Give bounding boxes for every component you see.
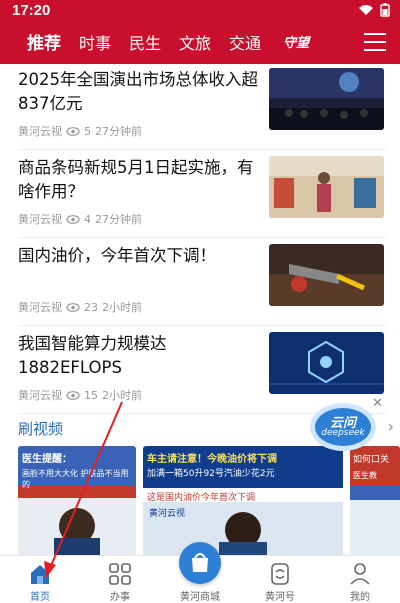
menu-icon[interactable]: [364, 33, 386, 53]
grid-icon: [109, 563, 131, 585]
bottom-nav-huanghe-account[interactable]: 黄河号: [240, 556, 320, 603]
bottom-nav-label: 黄河号: [265, 592, 295, 603]
status-bar: 17:20: [0, 0, 400, 22]
video-card[interactable]: 车主请注意！今晚油价将下调 加满一箱50升92号汽油少花2元 这是国内油价今年首…: [143, 446, 343, 556]
article-time: 2小时前: [102, 301, 142, 314]
article-thumbnail: [269, 68, 384, 130]
bottom-nav-shop[interactable]: 黄河商城: [160, 542, 240, 603]
bottom-nav-services[interactable]: 办事: [80, 556, 160, 603]
phone-icon: [271, 563, 289, 585]
status-icons: [358, 3, 390, 17]
tab-culture-travel[interactable]: 文旅: [170, 24, 220, 64]
eye-icon: [66, 214, 80, 224]
battery-icon: [380, 3, 390, 17]
article-thumbnail: [269, 332, 384, 394]
article-source: 黄河云视: [18, 389, 62, 402]
eye-icon: [66, 390, 80, 400]
video-card-note: 这是国内油价今年首次下调: [147, 493, 256, 503]
bottom-nav-mine[interactable]: 我的: [320, 556, 400, 603]
video-card-logo: 黄河云视: [149, 509, 186, 519]
article-title: 商品条码新规5月1日起实施，有啥作用？: [18, 158, 254, 201]
bottom-nav: 首页 办事 黄河商城 黄河号 我的: [0, 542, 400, 603]
article-time: 27分钟前: [95, 213, 142, 226]
video-card-title: 医生提醒：: [22, 454, 72, 465]
eye-icon: [66, 302, 80, 312]
bottom-nav-label: 黄河商城: [180, 592, 220, 603]
wifi-icon: [359, 5, 373, 15]
home-icon: [31, 565, 49, 584]
tab-recommend[interactable]: 推荐: [18, 24, 70, 64]
channel-nav: 推荐 时事 民生 文旅 交通 守望: [0, 24, 400, 64]
article-views: 4: [84, 212, 91, 226]
status-time: 17:20: [12, 2, 51, 19]
video-card-subtitle: 画脸不用大大化 护肤品不当用的: [22, 469, 129, 489]
video-card[interactable]: 如何口关 医生教: [350, 446, 400, 556]
eye-icon: [66, 126, 80, 136]
article-meta: 黄河云视 23 2小时前: [18, 299, 142, 315]
article-title: 2025年全国演出市场总体收入超837亿元: [18, 70, 258, 113]
bottom-nav-label: 我的: [350, 592, 370, 603]
article-views: 23: [84, 300, 98, 314]
article-source: 黄河云视: [18, 125, 62, 138]
bottom-nav-label: 首页: [30, 592, 50, 603]
article-meta: 黄河云视 5 27分钟前: [18, 123, 142, 139]
video-card[interactable]: 医生提醒： 画脸不用大大化 护肤品不当用的: [18, 446, 136, 556]
bottom-nav-label: 办事: [110, 592, 130, 603]
article-source: 黄河云视: [18, 213, 62, 226]
article-views: 15: [84, 388, 98, 402]
article-thumbnail: [269, 244, 384, 306]
article-meta: 黄河云视 15 2小时前: [18, 387, 142, 403]
article-views: 5: [84, 124, 91, 138]
article-title: 我国智能算力规模达1882EFLOPS: [18, 334, 167, 377]
tab-brand-logo[interactable]: 守望: [274, 24, 318, 64]
chevron-right-icon[interactable]: ›: [388, 417, 394, 436]
tab-livelihood[interactable]: 民生: [120, 24, 170, 64]
tab-current-affairs[interactable]: 时事: [70, 24, 120, 64]
badge-subtitle: deepseek: [321, 428, 365, 438]
article-meta: 黄河云视 4 27分钟前: [18, 211, 142, 227]
article-thumbnail: [269, 156, 384, 218]
videos-heading[interactable]: 刷视频: [18, 418, 63, 439]
article-time: 2小时前: [102, 389, 142, 402]
close-icon[interactable]: ✕: [372, 396, 383, 411]
article-title: 国内油价，今年首次下调！: [18, 246, 216, 265]
bottom-nav-home[interactable]: 首页: [0, 556, 80, 603]
top-bar: 17:20 推荐 时事 民生 文旅 交通 守望: [0, 0, 400, 64]
tab-traffic[interactable]: 交通: [220, 24, 270, 64]
article-item[interactable]: 国内油价，今年首次下调！ 黄河云视 23 2小时前: [18, 240, 386, 326]
article-source: 黄河云视: [18, 301, 62, 314]
user-icon: [350, 563, 370, 585]
deepseek-badge[interactable]: 云问 deepseek: [308, 400, 378, 454]
article-item[interactable]: 商品条码新规5月1日起实施，有啥作用？ 黄河云视 4 27分钟前: [18, 152, 386, 238]
shop-icon: [179, 542, 221, 584]
article-time: 27分钟前: [95, 125, 142, 138]
article-item[interactable]: 2025年全国演出市场总体收入超837亿元 黄河云视 5 27分钟前: [18, 64, 386, 150]
video-card-subtitle: 加满一箱50升92号汽油少花2元: [147, 469, 275, 479]
video-card-subtitle: 医生教: [353, 471, 377, 480]
